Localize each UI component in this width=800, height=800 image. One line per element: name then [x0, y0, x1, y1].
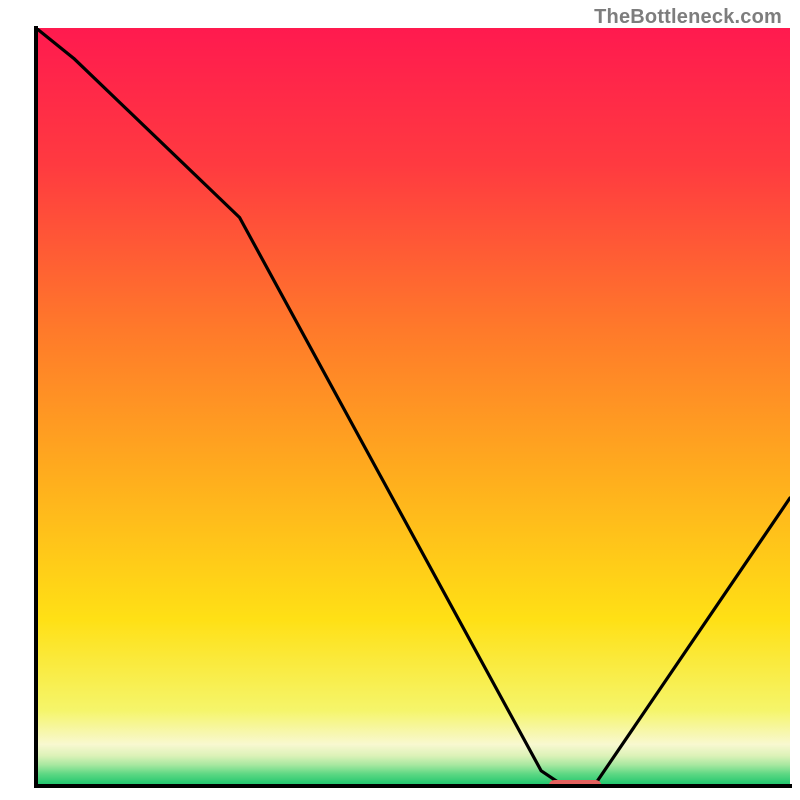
gradient-background	[36, 28, 790, 786]
chart-canvas	[0, 0, 800, 800]
bottleneck-chart: TheBottleneck.com	[0, 0, 800, 800]
